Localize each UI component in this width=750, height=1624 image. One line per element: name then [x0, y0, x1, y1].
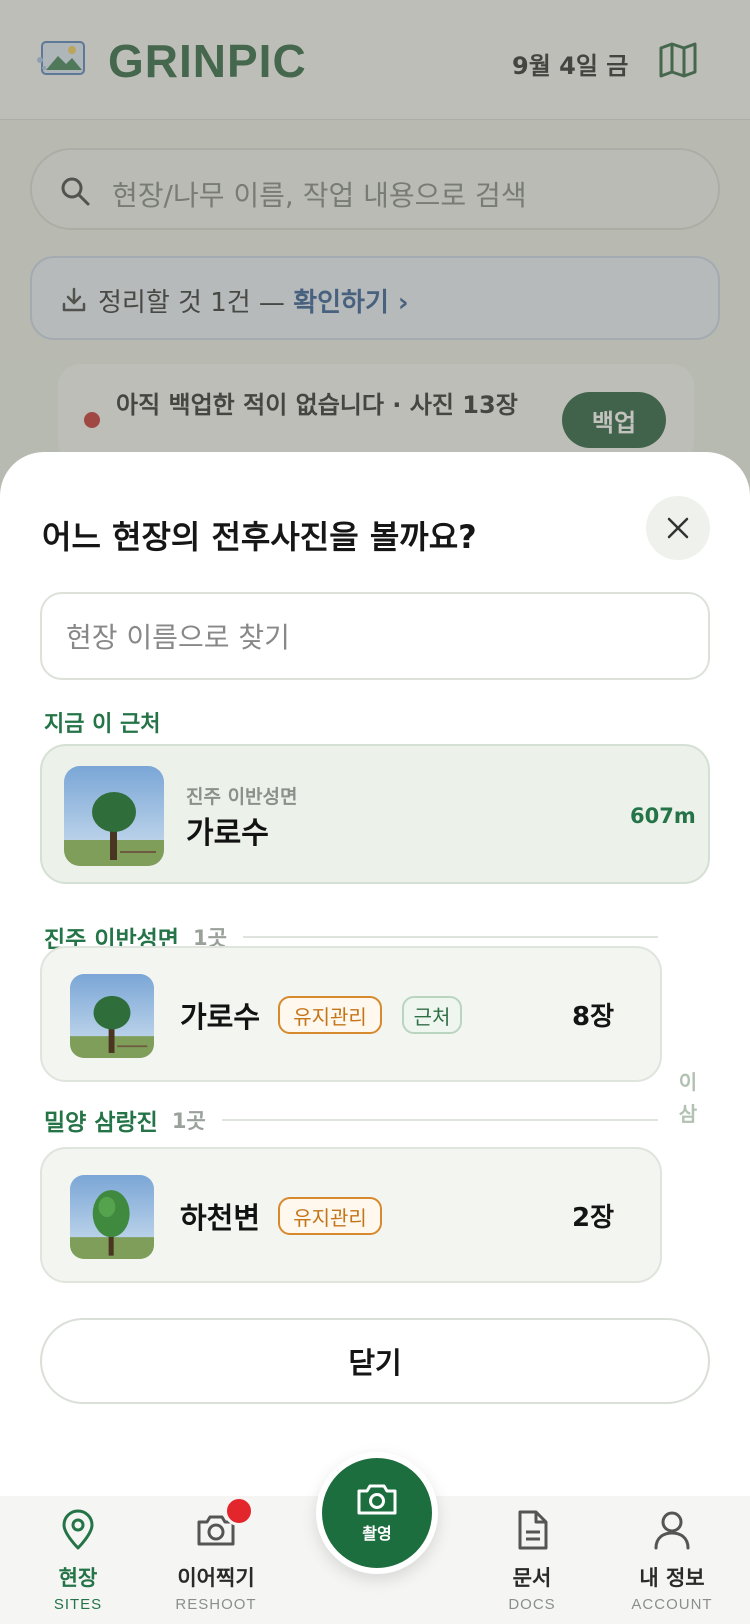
close-sheet-button[interactable]: 닫기: [40, 1318, 710, 1404]
close-button[interactable]: [646, 496, 710, 560]
site-search-field[interactable]: [40, 592, 710, 680]
nearby-tag: 근처: [402, 996, 462, 1034]
nav-sublabel: RESHOOT: [175, 1596, 257, 1613]
nav-item-sites[interactable]: 현장 SITES: [18, 1508, 138, 1613]
group-name: 밀양 삼랑진: [44, 1110, 158, 1136]
site-card[interactable]: 하천변 유지관리 2장: [40, 1147, 662, 1283]
nav-sublabel: ACCOUNT: [631, 1596, 713, 1613]
nearby-site-name: 가로수: [186, 816, 269, 851]
site-search-input[interactable]: [66, 614, 676, 660]
nav-item-reshoot[interactable]: 이어찍기 RESHOOT: [156, 1496, 276, 1613]
nav-sublabel: DOCS: [508, 1596, 556, 1613]
close-icon: [667, 517, 689, 539]
maintenance-tag: 유지관리: [278, 996, 382, 1034]
site-card[interactable]: 가로수 유지관리 근처 8장: [40, 946, 662, 1082]
nav-label: 내 정보: [639, 1566, 705, 1590]
group-count: 1곳: [171, 1109, 206, 1133]
photo-count: 8장: [572, 1002, 615, 1032]
capture-button[interactable]: 촬영: [316, 1452, 438, 1574]
nearby-region: 진주 이반성면: [186, 786, 298, 808]
nav-item-docs[interactable]: 문서 DOCS: [472, 1508, 592, 1613]
nearby-site-card[interactable]: 진주 이반성면 가로수 607m: [40, 744, 710, 884]
user-icon: [650, 1508, 694, 1552]
photo-count: 2장: [572, 1203, 615, 1233]
site-thumbnail: [70, 1175, 154, 1259]
nav-sublabel: SITES: [53, 1596, 103, 1613]
side-index-item[interactable]: 이: [676, 1066, 700, 1098]
group-divider: [242, 936, 658, 938]
tree-image-icon: [64, 766, 164, 866]
nav-item-account[interactable]: 내 정보 ACCOUNT: [612, 1508, 732, 1613]
site-thumbnail: [70, 974, 154, 1058]
nav-label: 현장: [58, 1566, 98, 1590]
nearby-section-label: 지금 이 근처: [44, 712, 161, 737]
camera-icon: [194, 1496, 254, 1552]
nearby-distance: 607m: [630, 804, 696, 828]
maintenance-tag: 유지관리: [278, 1197, 382, 1235]
nav-label: 문서: [512, 1566, 552, 1590]
tree-image-icon: [70, 974, 154, 1058]
site-picker-sheet: 어느 현장의 전후사진을 볼까요? 지금 이 근처 진주 이반성: [0, 452, 750, 1624]
site-thumbnail: [64, 766, 164, 866]
group-divider: [221, 1119, 658, 1121]
tree-image-icon: [70, 1175, 154, 1259]
capture-label: 촬영: [362, 1524, 392, 1543]
group-header: 밀양 삼랑진 1곳: [44, 1100, 658, 1140]
side-index[interactable]: 이 삼: [676, 1066, 700, 1130]
nav-label: 이어찍기: [177, 1566, 255, 1590]
camera-icon: [357, 1484, 397, 1515]
notification-badge: [224, 1496, 254, 1526]
side-index-item[interactable]: 삼: [676, 1098, 700, 1130]
sheet-title: 어느 현장의 전후사진을 볼까요?: [42, 518, 477, 556]
site-name: 가로수: [180, 1000, 261, 1034]
document-icon: [510, 1508, 554, 1552]
site-name: 하천변: [180, 1201, 261, 1235]
location-pin-icon: [56, 1508, 100, 1552]
